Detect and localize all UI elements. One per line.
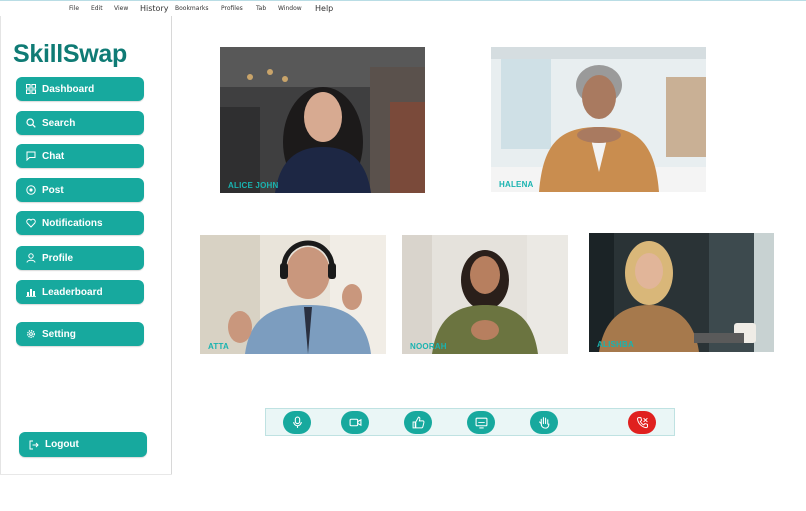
screen-share-icon xyxy=(475,417,487,429)
menu-item-edit[interactable]: Edit xyxy=(91,5,103,12)
sidebar-item-chat[interactable]: Chat xyxy=(16,144,144,168)
user-icon xyxy=(26,253,36,263)
menu-item-window[interactable]: Window xyxy=(278,5,302,12)
mute-button[interactable] xyxy=(283,411,311,434)
bar-chart-icon xyxy=(26,289,36,297)
participant-name: NOORAH xyxy=(410,342,447,351)
divider xyxy=(0,474,172,475)
sidebar-item-label: Leaderboard xyxy=(42,286,103,298)
like-button[interactable] xyxy=(404,411,432,434)
menu-item-history[interactable]: History xyxy=(140,4,168,13)
participant-name: ALISHBA xyxy=(597,340,634,349)
video-tile-atta[interactable]: ATTA xyxy=(200,235,386,354)
video-tile-noorah[interactable]: NOORAH xyxy=(402,235,568,354)
gear-icon xyxy=(27,330,35,338)
sidebar-item-label: Search xyxy=(42,117,76,129)
menu-item-tab[interactable]: Tab xyxy=(256,5,266,12)
end-call-button[interactable] xyxy=(628,411,656,434)
logout-label: Logout xyxy=(45,439,79,450)
logout-button[interactable]: Logout xyxy=(19,432,147,457)
sidebar-item-label: Chat xyxy=(42,150,65,162)
sidebar-item-leaderboard[interactable]: Leaderboard xyxy=(16,280,144,304)
sidebar-item-dashboard[interactable]: Dashboard xyxy=(16,77,144,101)
participant-name: ALICE JOHN xyxy=(228,181,279,190)
raise-hand-button[interactable] xyxy=(530,411,558,434)
sidebar-item-label: Notifications xyxy=(42,217,103,229)
sidebar-item-post[interactable]: Post xyxy=(16,178,144,202)
sidebar-item-profile[interactable]: Profile xyxy=(16,246,144,270)
microphone-icon xyxy=(292,416,302,428)
participant-video xyxy=(220,47,425,193)
menu-item-help[interactable]: Help xyxy=(315,4,333,13)
eye-icon xyxy=(26,185,36,195)
participant-video xyxy=(491,47,706,192)
participant-name: HALENA xyxy=(499,180,534,189)
participant-video xyxy=(589,233,774,352)
menu-bar: File Edit View History Bookmarks Profile… xyxy=(0,0,806,17)
sidebar-item-label: Setting xyxy=(42,328,76,340)
search-icon xyxy=(26,118,36,128)
menu-item-bookmarks[interactable]: Bookmarks xyxy=(175,5,209,12)
end-call-icon xyxy=(636,417,648,429)
video-toggle-button[interactable] xyxy=(341,411,369,434)
chat-icon xyxy=(26,151,36,161)
sidebar-item-setting[interactable]: Setting xyxy=(16,322,144,346)
sidebar-item-label: Post xyxy=(42,184,64,196)
sidebar-item-label: Dashboard xyxy=(42,83,95,95)
share-screen-button[interactable] xyxy=(467,411,495,434)
sidebar-item-notifications[interactable]: Notifications xyxy=(16,211,144,235)
menu-item-profiles[interactable]: Profiles xyxy=(221,5,243,12)
participant-video xyxy=(200,235,386,354)
participant-video xyxy=(402,235,568,354)
raise-hand-icon xyxy=(538,417,549,429)
video-camera-icon xyxy=(349,418,361,427)
thumbs-up-icon xyxy=(412,416,424,429)
video-tile-alice-john[interactable]: ALICE JOHN xyxy=(220,47,425,193)
participant-name: ATTA xyxy=(208,342,229,351)
heart-icon xyxy=(26,218,36,228)
menu-item-file[interactable]: File xyxy=(69,5,79,12)
video-tile-alishba[interactable]: ALISHBA xyxy=(589,233,774,352)
video-tile-halena[interactable]: HALENA xyxy=(491,47,706,192)
call-controls-bar xyxy=(265,408,675,436)
grid-icon xyxy=(26,84,36,94)
sidebar-item-search[interactable]: Search xyxy=(16,111,144,135)
menu-item-view[interactable]: View xyxy=(114,5,128,12)
sidebar-item-label: Profile xyxy=(42,252,74,264)
brand-logo: SkillSwap xyxy=(13,40,128,68)
logout-icon xyxy=(29,440,39,449)
